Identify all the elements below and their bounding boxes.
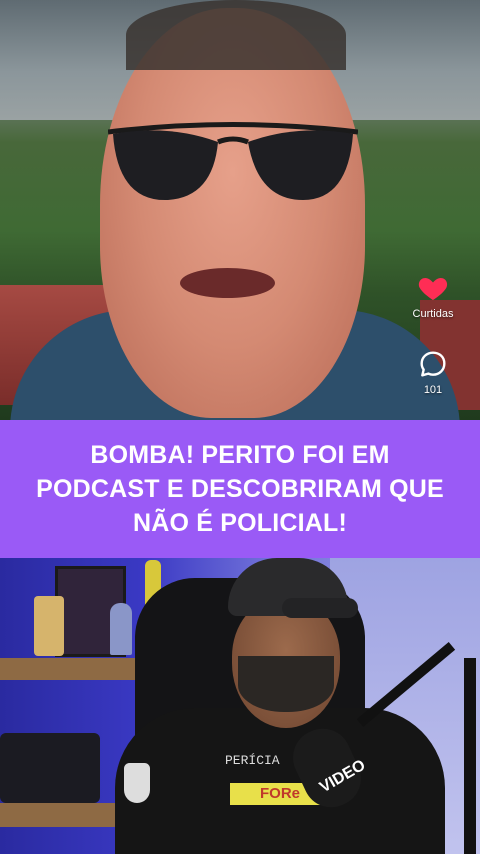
speaker-mouth [180, 268, 275, 298]
guest-body [115, 708, 445, 854]
heart-icon[interactable] [417, 272, 449, 304]
shirt-text: PERÍCIA [225, 753, 280, 768]
reel-actions: Curtidas 101 [400, 272, 466, 396]
headline-text: BOMBA! PERITO FOI EM PODCAST E DESCOBRIR… [36, 441, 444, 537]
likes-label: Curtidas [412, 308, 454, 320]
sunglasses [108, 122, 358, 201]
lower-shelf [0, 803, 130, 827]
sleeve-patch [124, 763, 150, 803]
bottom-video[interactable]: PERÍCIA FORe VIDEO [0, 558, 480, 854]
speaker-hair [126, 0, 346, 70]
headline-banner: BOMBA! PERITO FOI EM PODCAST E DESCOBRIR… [0, 420, 480, 558]
figurine [110, 603, 132, 655]
trophy [34, 596, 64, 656]
cap-brim [282, 598, 358, 618]
mic-stand [464, 658, 476, 854]
guest-beard [238, 656, 334, 712]
comment-icon[interactable] [417, 348, 449, 380]
comments-count: 101 [423, 384, 443, 396]
cabinet [0, 733, 100, 803]
